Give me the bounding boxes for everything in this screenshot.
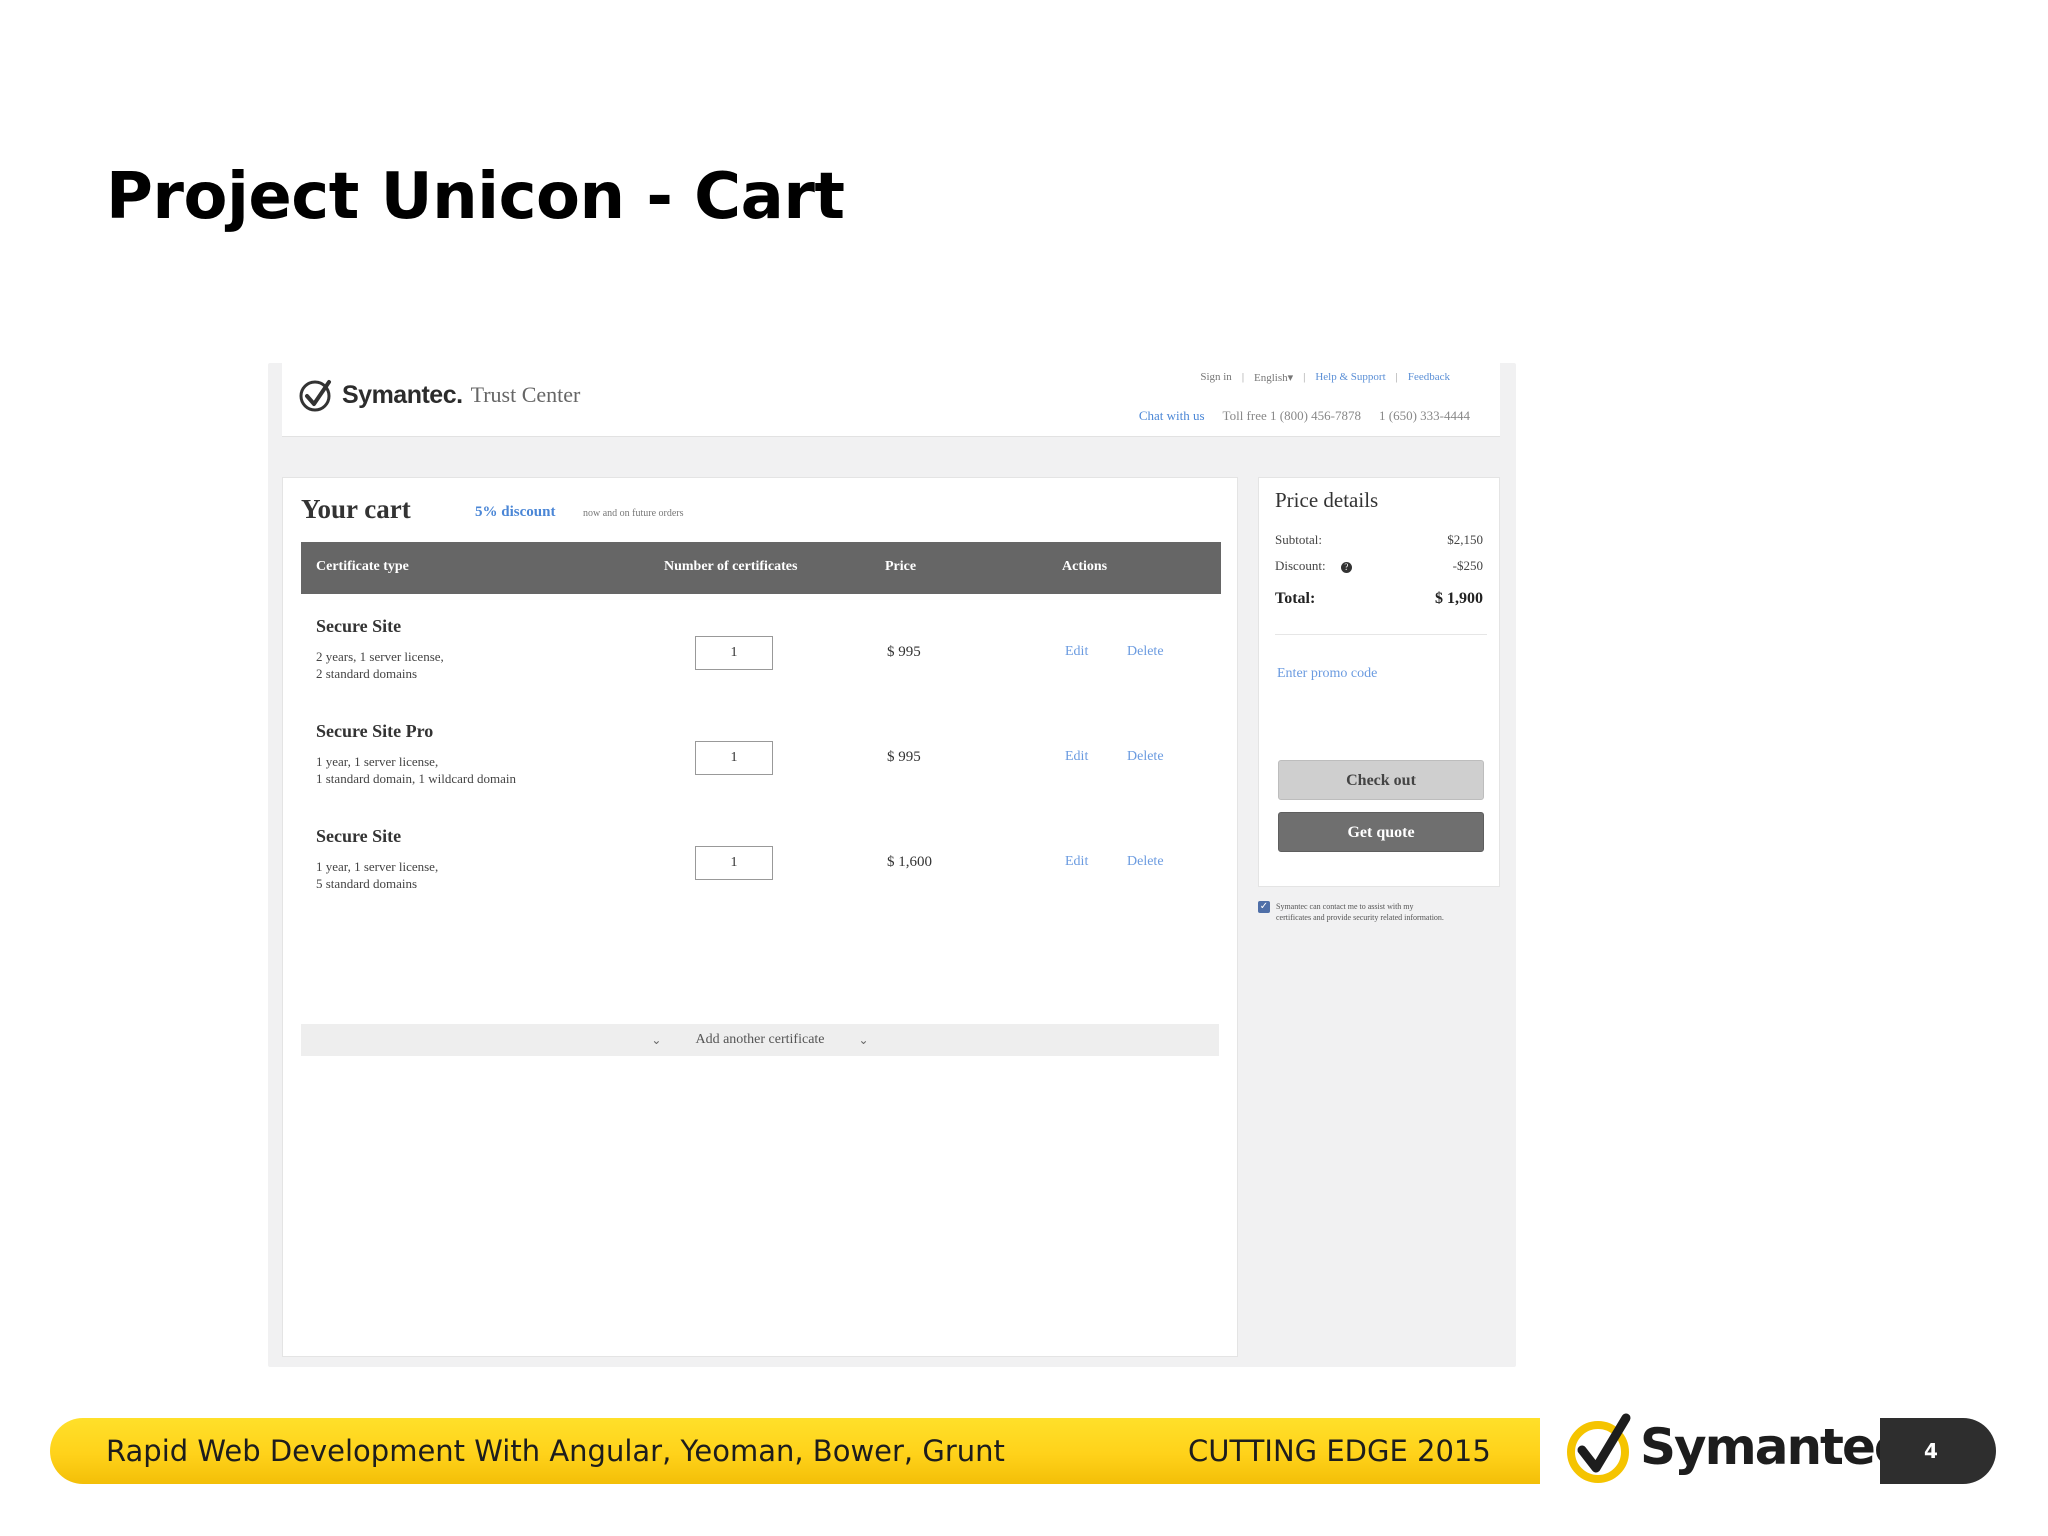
certificate-name: Secure Site xyxy=(316,616,402,636)
cart-row: Secure Site 1 year, 1 server license, 5 … xyxy=(301,812,1221,916)
price-details-panel: Price details Subtotal: $2,150 Discount:… xyxy=(1258,477,1500,887)
cart-title: Your cart xyxy=(301,494,411,524)
total-value: $ 1,900 xyxy=(1435,590,1483,607)
edit-link[interactable]: Edit xyxy=(1065,854,1088,870)
page-number-badge: 4 xyxy=(1880,1418,1996,1484)
description-line: 5 standard domains xyxy=(316,876,418,891)
link-separator: | xyxy=(1303,371,1306,383)
toll-free-number: Toll free 1 (800) 456-7878 xyxy=(1222,408,1361,423)
footer-event-name: CUTTING EDGE 2015 xyxy=(1188,1434,1491,1468)
consent-line: Symantec can contact me to assist with m… xyxy=(1276,902,1414,911)
certificate-description: 1 year, 1 server license, 1 standard dom… xyxy=(316,753,636,787)
sign-in-link[interactable]: Sign in xyxy=(1200,371,1231,384)
column-number-of-certificates: Number of certificates xyxy=(664,559,798,574)
discount-note: now and on future orders xyxy=(583,508,684,519)
contact-consent: ✓ Symantec can contact me to assist with… xyxy=(1258,901,1510,923)
delete-link[interactable]: Delete xyxy=(1127,644,1164,660)
checkout-button[interactable]: Check out xyxy=(1278,760,1484,800)
promo-code-link[interactable]: Enter promo code xyxy=(1277,666,1377,682)
cart-panel: Your cart 5% discount now and on future … xyxy=(282,477,1238,1357)
quantity-input[interactable]: 1 xyxy=(695,741,773,775)
discount-label: Discount: xyxy=(1275,558,1326,573)
feedback-link[interactable]: Feedback xyxy=(1408,371,1450,384)
consent-line: certificates and provide security relate… xyxy=(1276,913,1444,922)
quantity-input[interactable]: 1 xyxy=(695,636,773,670)
footer-bar: Rapid Web Development With Angular, Yeom… xyxy=(50,1418,1540,1484)
discount-value: -$250 xyxy=(1452,558,1483,573)
edit-link[interactable]: Edit xyxy=(1065,749,1088,765)
add-another-certificate-bar[interactable]: ⌄ Add another certificate ⌄ xyxy=(301,1024,1219,1056)
total-label: Total: xyxy=(1275,590,1316,607)
info-icon[interactable]: ? xyxy=(1340,561,1352,573)
description-line: 1 year, 1 server license, xyxy=(316,754,439,769)
site-header: Symantec. Trust Center Sign in | English… xyxy=(282,363,1500,437)
consent-checkbox[interactable]: ✓ xyxy=(1258,901,1270,913)
delete-link[interactable]: Delete xyxy=(1127,749,1164,765)
discount-line: Discount: ? -$250 xyxy=(1275,558,1483,574)
top-links: Sign in | English▾ | Help & Support | Fe… xyxy=(1200,371,1450,384)
column-price: Price xyxy=(885,559,917,574)
consent-text: Symantec can contact me to assist with m… xyxy=(1276,901,1444,923)
chat-link[interactable]: Chat with us xyxy=(1139,408,1205,424)
divider xyxy=(1275,634,1487,635)
delete-link[interactable]: Delete xyxy=(1127,854,1164,870)
logo-wordmark: Symantec. xyxy=(1640,1418,1920,1476)
add-another-certificate-label: Add another certificate xyxy=(695,1032,825,1047)
row-price: $ 995 xyxy=(887,749,921,765)
brand-name: Symantec. xyxy=(342,380,463,409)
help-support-link[interactable]: Help & Support xyxy=(1315,371,1385,384)
check-logo-icon xyxy=(299,380,331,412)
description-line: 2 standard domains xyxy=(316,666,418,681)
cart-table-header: Certificate type Number of certificates … xyxy=(301,542,1221,594)
subtotal-label: Subtotal: xyxy=(1275,532,1322,547)
discount-badge[interactable]: 5% discount xyxy=(475,504,555,521)
price-details-title: Price details xyxy=(1275,488,1379,512)
description-line: 2 years, 1 server license, xyxy=(316,649,444,664)
quantity-input[interactable]: 1 xyxy=(695,846,773,880)
cart-row: Secure Site Pro 1 year, 1 server license… xyxy=(301,707,1221,811)
description-line: 1 year, 1 server license, xyxy=(316,859,439,874)
certificate-description: 1 year, 1 server license, 5 standard dom… xyxy=(316,858,636,892)
phone-number: 1 (650) 333-4444 xyxy=(1379,408,1470,423)
link-separator: | xyxy=(1241,371,1245,383)
link-separator: | xyxy=(1395,371,1398,383)
chevron-down-icon: ⌄ xyxy=(858,1032,869,1047)
contact-row: Chat with us Toll free 1 (800) 456-7878 … xyxy=(1139,408,1470,424)
footer-talk-title: Rapid Web Development With Angular, Yeom… xyxy=(106,1434,1005,1468)
cart-row: Secure Site 2 years, 1 server license, 2… xyxy=(301,602,1221,706)
row-price: $ 995 xyxy=(887,644,921,660)
chevron-down-icon: ⌄ xyxy=(651,1032,662,1047)
column-actions: Actions xyxy=(1062,559,1108,574)
subtotal-line: Subtotal: $2,150 xyxy=(1275,532,1483,548)
site-brand[interactable]: Symantec. Trust Center xyxy=(298,377,580,413)
row-price: $ 1,600 xyxy=(887,854,932,870)
symantec-logo: Symantec. xyxy=(1562,1408,1920,1486)
total-line: Total: $ 1,900 xyxy=(1275,590,1483,608)
brand-subtitle: Trust Center xyxy=(470,382,581,407)
description-line: 1 standard domain, 1 wildcard domain xyxy=(316,771,517,786)
certificate-description: 2 years, 1 server license, 2 standard do… xyxy=(316,648,636,682)
certificate-name: Secure Site Pro xyxy=(316,721,434,741)
slide-title: Project Unicon - Cart xyxy=(106,160,845,234)
certificate-name: Secure Site xyxy=(316,826,402,846)
language-select[interactable]: English▾ xyxy=(1254,371,1293,384)
column-certificate-type: Certificate type xyxy=(316,559,409,574)
cart-mockup-screenshot: Symantec. Trust Center Sign in | English… xyxy=(268,363,1516,1367)
edit-link[interactable]: Edit xyxy=(1065,644,1088,660)
check-logo-icon xyxy=(1567,1413,1631,1483)
get-quote-button[interactable]: Get quote xyxy=(1278,812,1484,852)
subtotal-value: $2,150 xyxy=(1447,532,1483,547)
